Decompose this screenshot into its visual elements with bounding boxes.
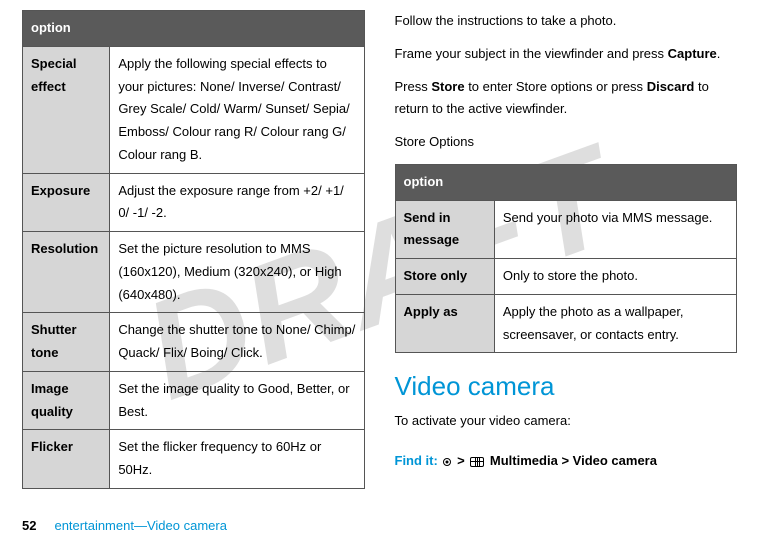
keyword-capture: Capture	[668, 46, 717, 61]
table-header: option	[23, 11, 365, 47]
footer-breadcrumb: entertainment—Video camera	[54, 518, 226, 533]
option-label: Resolution	[23, 232, 110, 313]
page-footer: 52 entertainment—Video camera	[22, 518, 737, 533]
option-desc: Set the flicker frequency to 60Hz or 50H…	[110, 430, 364, 489]
table-row: Store only Only to store the photo.	[395, 259, 737, 295]
table-row: Send in message Send your photo via MMS …	[395, 200, 737, 259]
option-label: Shutter tone	[23, 313, 110, 372]
page-container: option Special effect Apply the followin…	[0, 0, 759, 545]
option-desc: Adjust the exposure range from +2/ +1/ 0…	[110, 173, 364, 232]
option-label: Special effect	[23, 46, 110, 173]
table-row: Flicker Set the flicker frequency to 60H…	[23, 430, 365, 489]
option-desc: Apply the photo as a wallpaper, screensa…	[494, 294, 736, 353]
option-label: Store only	[395, 259, 494, 295]
find-it-label: Find it:	[395, 453, 442, 468]
keyword-discard: Discard	[647, 79, 695, 94]
grid-icon	[470, 457, 484, 467]
option-label: Exposure	[23, 173, 110, 232]
table-row: Resolution Set the picture resolution to…	[23, 232, 365, 313]
separator: >	[457, 453, 468, 468]
paragraph: Frame your subject in the viewfinder and…	[395, 43, 738, 66]
store-options-table: option Send in message Send your photo v…	[395, 164, 738, 354]
columns-wrapper: option Special effect Apply the followin…	[22, 10, 737, 510]
table-header: option	[395, 164, 737, 200]
option-label: Apply as	[395, 294, 494, 353]
text-run: Press	[395, 79, 432, 94]
table-row: Apply as Apply the photo as a wallpaper,…	[395, 294, 737, 353]
option-label: Image quality	[23, 371, 110, 430]
option-desc: Set the picture resolution to MMS (160x1…	[110, 232, 364, 313]
keyword-video-camera: Video camera	[573, 453, 657, 468]
text-run: Frame your subject in the viewfinder and…	[395, 46, 668, 61]
option-desc: Set the image quality to Good, Better, o…	[110, 371, 364, 430]
table-row: Image quality Set the image quality to G…	[23, 371, 365, 430]
options-table-left: option Special effect Apply the followin…	[22, 10, 365, 489]
table-row: Shutter tone Change the shutter tone to …	[23, 313, 365, 372]
paragraph: Press Store to enter Store options or pr…	[395, 76, 738, 122]
section-heading-video-camera: Video camera	[395, 371, 738, 402]
left-column: option Special effect Apply the followin…	[22, 10, 365, 510]
paragraph: Store Options	[395, 131, 738, 154]
keyword-store: Store	[431, 79, 464, 94]
table-header-row: option	[23, 11, 365, 47]
text-run: to enter Store options or press	[465, 79, 647, 94]
table-row: Exposure Adjust the exposure range from …	[23, 173, 365, 232]
option-desc: Send your photo via MMS message.	[494, 200, 736, 259]
text-run: .	[717, 46, 721, 61]
keyword-multimedia: Multimedia	[490, 453, 558, 468]
table-row: Special effect Apply the following speci…	[23, 46, 365, 173]
option-label: Flicker	[23, 430, 110, 489]
option-desc: Apply the following special effects to y…	[110, 46, 364, 173]
option-label: Send in message	[395, 200, 494, 259]
menu-key-icon	[443, 458, 451, 466]
right-column: Follow the instructions to take a photo.…	[395, 10, 738, 510]
option-desc: Only to store the photo.	[494, 259, 736, 295]
page-number: 52	[22, 518, 36, 533]
paragraph: Follow the instructions to take a photo.	[395, 10, 738, 33]
option-desc: Change the shutter tone to None/ Chimp/ …	[110, 313, 364, 372]
find-it-line: Find it: > Multimedia > Video camera	[395, 449, 738, 472]
separator: >	[561, 453, 572, 468]
paragraph: To activate your video camera:	[395, 410, 738, 433]
table-header-row: option	[395, 164, 737, 200]
